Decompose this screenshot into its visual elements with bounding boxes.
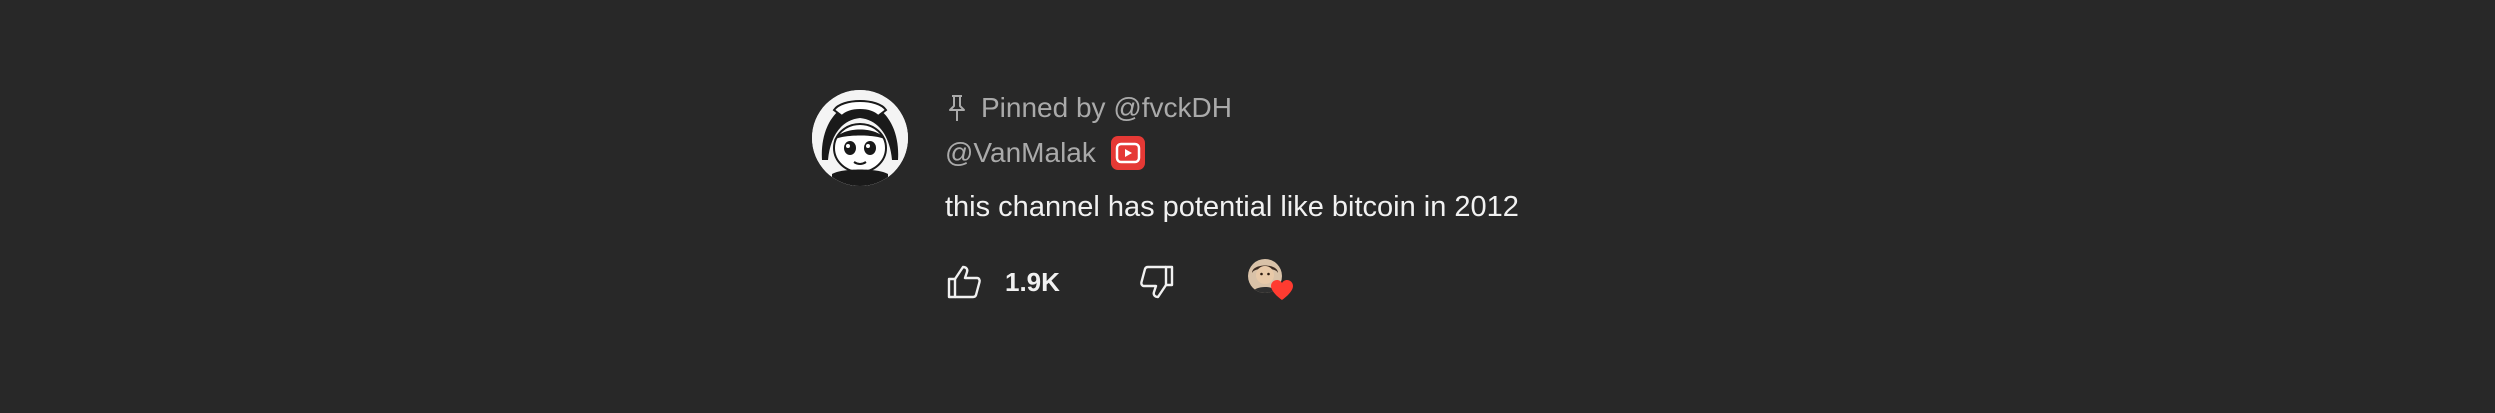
author-avatar[interactable] bbox=[812, 90, 908, 186]
youtube-badge-icon bbox=[1110, 135, 1146, 171]
comment-actions: 1.9K bbox=[945, 259, 1294, 305]
creator-heart[interactable] bbox=[1247, 259, 1294, 305]
pinned-label: Pinned by @fvckDH bbox=[945, 91, 1232, 125]
comment-text: this channel has potential like bitcoin … bbox=[945, 191, 1519, 223]
like-count: 1.9K bbox=[1005, 266, 1060, 297]
pin-icon bbox=[945, 93, 969, 123]
comment-page: Pinned by @fvckDH @VanMalak this channel… bbox=[0, 0, 2495, 413]
heart-icon bbox=[1270, 279, 1294, 301]
author-row: @VanMalak bbox=[945, 135, 1146, 171]
thumbs-down-icon[interactable] bbox=[1138, 263, 1176, 301]
thumbs-up-icon[interactable] bbox=[945, 263, 983, 301]
pinned-comment: Pinned by @fvckDH @VanMalak this channel… bbox=[812, 88, 1812, 328]
pinned-text: Pinned by @fvckDH bbox=[981, 92, 1232, 123]
author-name[interactable]: @VanMalak bbox=[945, 137, 1096, 169]
author-avatar-image bbox=[812, 90, 908, 186]
